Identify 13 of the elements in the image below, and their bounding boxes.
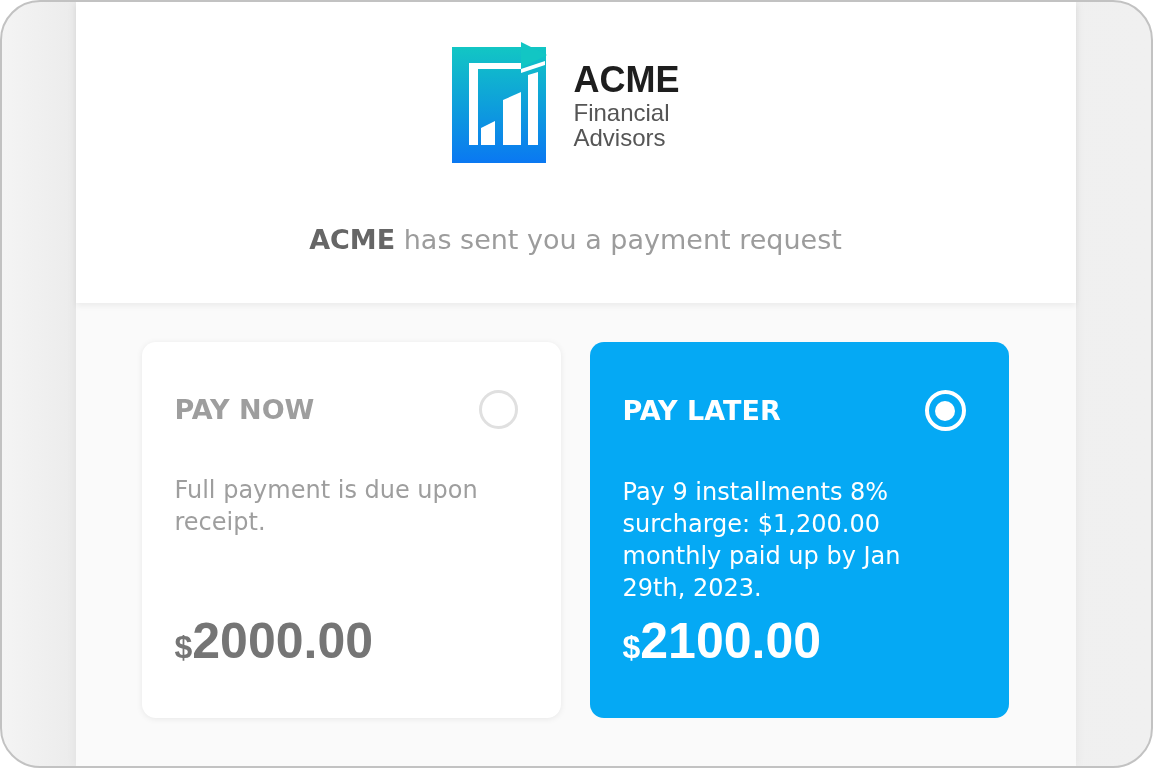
- option-description: Full payment is due upon receipt.: [174, 475, 479, 538]
- option-price: $2100.00: [622, 612, 822, 671]
- radio-button[interactable]: [478, 390, 518, 429]
- logo-wordmark: ACME: [573, 59, 680, 100]
- payment-option-card[interactable]: PAY LATER Pay 9 installments 8% surcharge: $1,200.00 monthly paid up by Jan 29th, 2023. $2100.00: [589, 342, 1009, 718]
- option-price: $2000.00: [174, 612, 374, 671]
- option-title: PAY LATER: [622, 393, 781, 428]
- logo-tagline: Financial Advisors: [573, 99, 671, 150]
- request-message: ACME has sent you a payment request: [309, 223, 842, 257]
- payment-option-card[interactable]: PAY NOW Full payment is due upon receipt. $2000.00: [141, 342, 561, 718]
- option-description: Pay 9 installments 8% surcharge: $1,200.00 monthly paid up by Jan 29th, 2023.: [622, 477, 902, 604]
- bar-chart-arrow-logo-icon: [451, 42, 548, 163]
- option-title: PAY NOW: [174, 392, 315, 427]
